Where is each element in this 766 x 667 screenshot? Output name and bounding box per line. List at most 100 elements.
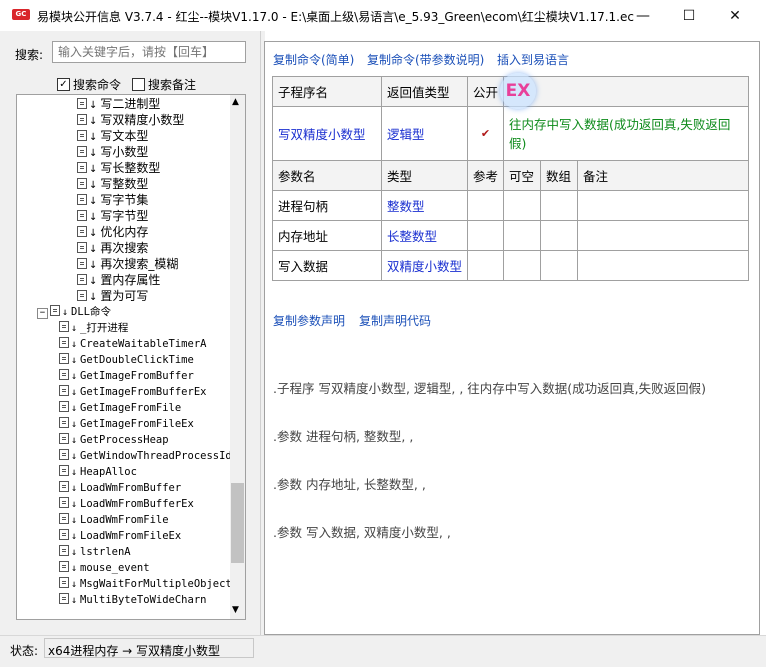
- param-header-type: 类型: [380, 160, 469, 191]
- tree-item-label: GetWindowThreadProcessId: [80, 450, 232, 462]
- param-name: 写入数据: [272, 250, 382, 281]
- param-type: 双精度小数型: [380, 250, 469, 281]
- arrow-down-icon: ↓: [71, 499, 78, 510]
- tree-item-label: MsgWaitForMultipleObjects: [80, 578, 239, 590]
- tree-item[interactable]: ↓ 置内存属性: [77, 272, 160, 288]
- tree-item[interactable]: ↓ LoadWmFromBufferEx: [59, 496, 194, 512]
- tree-item[interactable]: ↓ GetImageFromBuffer: [59, 368, 194, 384]
- code-line: .子程序 写双精度小数型, 逻辑型, , 往内存中写入数据(成功返回真,失败返回…: [273, 381, 707, 396]
- tree-item[interactable]: ↓ 优化内存: [77, 224, 148, 240]
- tree-item[interactable]: ↓ MsgWaitForMultipleObjects: [59, 576, 238, 592]
- tree-item[interactable]: ↓ 写字节集: [77, 192, 148, 208]
- header-proc-name: 子程序名: [272, 76, 382, 107]
- code-line: .参数 内存地址, 长整数型, ,: [273, 477, 426, 492]
- tree-item[interactable]: ↓ 写字节型: [77, 208, 148, 224]
- group-icon: [50, 305, 60, 316]
- tree-item[interactable]: ↓ LoadWmFromFile: [59, 512, 169, 528]
- tree-scrollbar[interactable]: ▲ ▼: [230, 95, 245, 619]
- tree-item[interactable]: ↓ HeapAlloc: [59, 464, 137, 480]
- scroll-up-icon[interactable]: ▲: [232, 97, 239, 107]
- tree-item[interactable]: ↓ 写二进制型: [77, 96, 160, 112]
- command-tree[interactable]: ↓ 写二进制型 ↓ 写双精度小数型 ↓ 写文本型 ↓ 写小数型 ↓ 写长整数型 ↓ 写整数型 ↓ 写字节集…: [16, 94, 246, 620]
- tree-item-label: 写双精度小数型: [100, 113, 185, 127]
- command-icon: [77, 114, 87, 125]
- left-panel: 搜索: ✓ 搜索命令 搜索备注 ↓写二进制型↓写双精度小数型↓写文本型↓写小数型…: [0, 31, 260, 635]
- maximize-button[interactable]: ☐: [666, 0, 712, 31]
- search-commands-option[interactable]: ✓ 搜索命令: [57, 76, 121, 93]
- header-return-type: 返回值类型: [380, 76, 469, 107]
- search-commands-checkbox[interactable]: ✓: [57, 78, 70, 91]
- search-notes-checkbox[interactable]: [132, 78, 145, 91]
- header-public: 公开: [467, 76, 505, 107]
- arrow-down-icon: ↓: [71, 419, 78, 430]
- tree-item[interactable]: ↓ LoadWmFromBuffer: [59, 480, 181, 496]
- command-icon: [59, 417, 69, 428]
- ex-floating-badge[interactable]: EX: [500, 73, 536, 109]
- tree-item[interactable]: ↓ _打开进程: [59, 320, 128, 336]
- arrow-down-icon: ↓: [89, 292, 98, 303]
- tree-item[interactable]: ↓ LoadWmFromFileEx: [59, 528, 181, 544]
- tree-group-dll[interactable]: − ↓ DLL命令: [37, 304, 111, 320]
- tree-item[interactable]: ↓ 写长整数型: [77, 160, 160, 176]
- tree-item-label: GetImageFromBuffer: [80, 370, 194, 382]
- command-icon: [59, 577, 69, 588]
- code-line: .参数 进程句柄, 整数型, ,: [273, 429, 414, 444]
- param-header-array: 数组: [540, 160, 579, 191]
- tree-item[interactable]: ↓ GetImageFromBufferEx: [59, 384, 206, 400]
- copy-param-decl-link[interactable]: 复制参数声明: [273, 312, 345, 329]
- tree-item[interactable]: ↓ GetDoubleClickTime: [59, 352, 194, 368]
- status-bar: 状态: x64进程内存 → 写双精度小数型: [0, 635, 766, 667]
- tree-item[interactable]: ↓ 置为可写: [77, 288, 148, 304]
- minimize-button[interactable]: —: [620, 0, 666, 31]
- collapse-icon[interactable]: −: [37, 308, 48, 319]
- command-icon: [77, 242, 87, 253]
- tree-item-label: LoadWmFromFile: [80, 514, 169, 526]
- arrow-down-icon: ↓: [71, 403, 78, 414]
- search-notes-option[interactable]: 搜索备注: [132, 76, 196, 93]
- param-row: 写入数据 双精度小数型: [272, 250, 749, 281]
- arrow-down-icon: ↓: [89, 212, 98, 223]
- arrow-down-icon: ↓: [89, 100, 98, 111]
- status-text: x64进程内存 → 写双精度小数型: [48, 644, 221, 658]
- tree-item-label: 置内存属性: [100, 273, 161, 287]
- app-icon: GC: [12, 9, 30, 20]
- tree-item[interactable]: ↓ lstrlenA: [59, 544, 131, 560]
- tree-item[interactable]: ↓ 再次搜索: [77, 240, 148, 256]
- command-icon: [77, 130, 87, 141]
- insert-to-e-link[interactable]: 插入到易语言: [497, 51, 569, 68]
- declaration-code[interactable]: .子程序 写双精度小数型, 逻辑型, , 往内存中写入数据(成功返回真,失败返回…: [273, 349, 706, 573]
- tree-item[interactable]: ↓ GetImageFromFile: [59, 400, 181, 416]
- tree-item[interactable]: ↓ 写整数型: [77, 176, 148, 192]
- tree-item[interactable]: ↓ MultiByteToWideCharn: [59, 592, 206, 608]
- command-icon: [59, 433, 69, 444]
- copy-decl-code-link[interactable]: 复制声明代码: [359, 312, 431, 329]
- tree-item-label: LoadWmFromFileEx: [80, 530, 182, 542]
- param-header-name: 参数名: [272, 160, 382, 191]
- command-icon: [77, 146, 87, 157]
- search-notes-label: 搜索备注: [148, 78, 197, 92]
- tree-item[interactable]: ↓ 写文本型: [77, 128, 148, 144]
- header-blank: [503, 76, 749, 107]
- tree-item[interactable]: ↓ 再次搜索_模糊: [77, 256, 178, 272]
- copy-command-params-link[interactable]: 复制命令(带参数说明): [367, 51, 484, 68]
- tree-item[interactable]: ↓ CreateWaitableTimerA: [59, 336, 206, 352]
- copy-command-simple-link[interactable]: 复制命令(简单): [273, 51, 354, 68]
- tree-item[interactable]: ↓ mouse_event: [59, 560, 150, 576]
- tree-item-label: 写字节集: [100, 193, 149, 207]
- tree-item[interactable]: ↓ GetProcessHeap: [59, 432, 169, 448]
- scroll-down-icon[interactable]: ▼: [232, 605, 239, 615]
- tree-item-label: GetImageFromBufferEx: [80, 386, 207, 398]
- command-icon: [59, 449, 69, 460]
- param-nullable: [503, 190, 542, 221]
- arrow-down-icon: ↓: [89, 260, 98, 271]
- tree-scroll-thumb[interactable]: [231, 483, 244, 563]
- close-button[interactable]: ✕: [712, 0, 758, 31]
- tree-item[interactable]: ↓ GetWindowThreadProcessId: [59, 448, 232, 464]
- tree-item[interactable]: ↓ GetImageFromFileEx: [59, 416, 194, 432]
- param-name: 内存地址: [272, 220, 382, 251]
- tree-item[interactable]: ↓ 写小数型: [77, 144, 148, 160]
- tree-item[interactable]: ↓ 写双精度小数型: [77, 112, 184, 128]
- search-input[interactable]: [52, 41, 246, 63]
- param-array: [540, 250, 579, 281]
- command-icon: [77, 178, 87, 189]
